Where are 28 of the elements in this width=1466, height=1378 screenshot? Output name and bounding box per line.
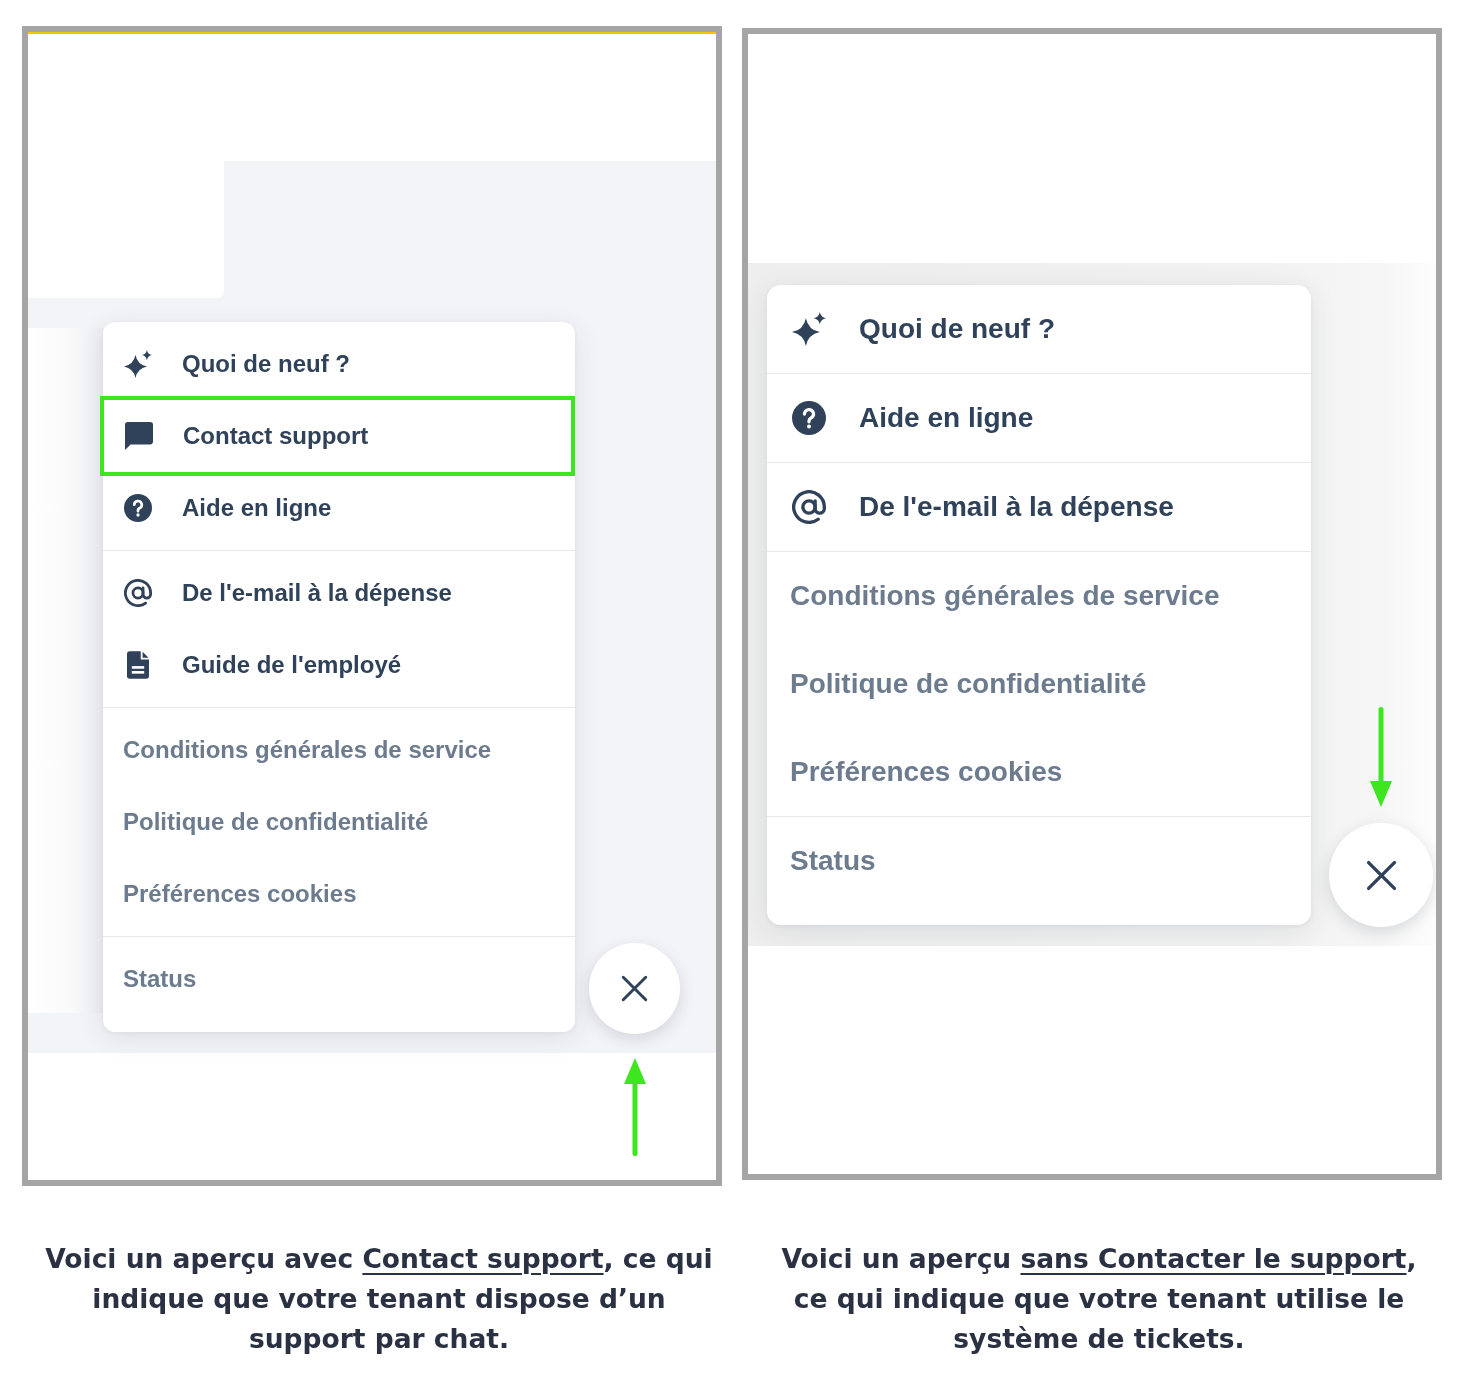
menu-link[interactable]: Préférences cookies xyxy=(103,858,575,930)
menu-link[interactable]: Conditions générales de service xyxy=(767,552,1311,640)
caption-text: Voici un aperçu sans Contacter le support, ce qui indique que votre tenant utilise le système de tickets. xyxy=(780,1241,1418,1356)
menu-item[interactable]: Quoi de neuf ? xyxy=(767,285,1311,373)
at-sign-icon xyxy=(792,490,826,524)
menu-link[interactable]: Politique de confidentialité xyxy=(767,640,1311,728)
menu-link[interactable]: Préférences cookies xyxy=(767,728,1311,816)
menu-item[interactable]: Guide de l'employé xyxy=(103,629,575,701)
menu-link[interactable]: Status xyxy=(767,817,1311,905)
menu-item[interactable]: De l'e-mail à la dépense xyxy=(103,557,575,629)
menu-item[interactable]: Aide en ligne xyxy=(767,374,1311,462)
menu-item[interactable]: Contact support xyxy=(100,396,575,476)
sparkle-icon xyxy=(124,350,152,378)
menu-link[interactable]: Conditions générales de service xyxy=(103,714,575,786)
menu-link[interactable]: Politique de confidentialité xyxy=(103,786,575,858)
help-icon xyxy=(792,401,826,435)
help-icon xyxy=(124,494,152,522)
sparkle-icon xyxy=(792,312,826,346)
menu-link[interactable]: Status xyxy=(103,943,575,1015)
caption-link[interactable]: sans Contacter le support xyxy=(1020,1242,1407,1274)
chat-bubble-icon xyxy=(125,422,153,450)
menu-item[interactable]: De l'e-mail à la dépense xyxy=(767,463,1311,551)
close-icon xyxy=(1365,859,1397,891)
caption-link[interactable]: Contact support xyxy=(362,1242,604,1274)
caption-text: Voici un aperçu avec Contact support, ce qui indique que votre tenant dispose d’un support par chat. xyxy=(44,1241,714,1356)
close-icon xyxy=(621,975,648,1002)
document-icon xyxy=(127,651,149,679)
at-sign-icon xyxy=(124,579,152,607)
